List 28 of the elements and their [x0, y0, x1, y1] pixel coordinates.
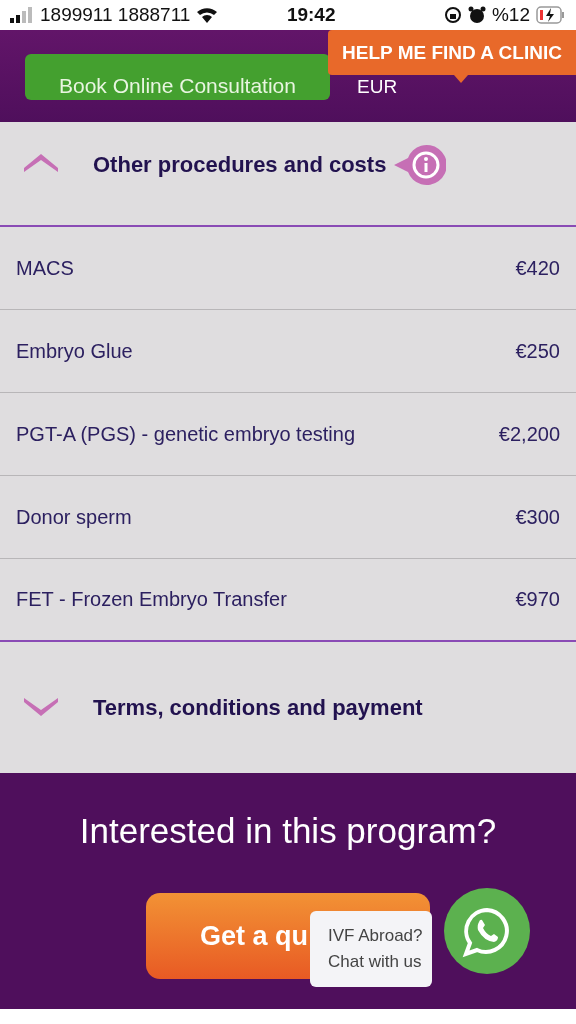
chat-tooltip[interactable]: IVF Abroad? Chat with us [310, 911, 432, 987]
chevron-down-icon[interactable] [24, 697, 58, 718]
cta-heading: Interested in this program? [79, 811, 497, 851]
procedure-name: MACS [16, 256, 74, 280]
pointer-icon [454, 75, 468, 83]
procedure-name: FET - Frozen Embryo Transfer [16, 588, 287, 611]
battery-icon [536, 6, 566, 24]
signal-icon [10, 7, 34, 23]
wifi-icon [196, 7, 219, 23]
procedure-price: €420 [515, 256, 560, 280]
procedure-price: €2,200 [498, 422, 560, 446]
section-title[interactable]: Other procedures and costs [93, 152, 387, 178]
carrier-name: 1899911 1888711 [40, 4, 191, 26]
alarm-icon [467, 6, 486, 24]
currency-label: EUR [357, 76, 398, 98]
info-icon[interactable] [394, 144, 447, 186]
procedure-price: €300 [515, 505, 560, 529]
procedure-name: Donor sperm [16, 505, 132, 529]
section-title[interactable]: Terms, conditions and payment [93, 694, 423, 721]
chevron-up-icon[interactable] [24, 152, 58, 172]
rotation-lock-icon [443, 6, 462, 24]
battery-percent: %12 [491, 4, 530, 26]
procedure-price: €970 [515, 588, 560, 611]
procedure-name: Embryo Glue [16, 339, 133, 363]
procedure-name: PGT-A (PGS) - genetic embryo testing [16, 422, 355, 446]
procedure-price: €250 [515, 339, 560, 363]
clock-time: 19:42 [286, 4, 336, 26]
chat-phone-icon[interactable] [444, 888, 530, 974]
